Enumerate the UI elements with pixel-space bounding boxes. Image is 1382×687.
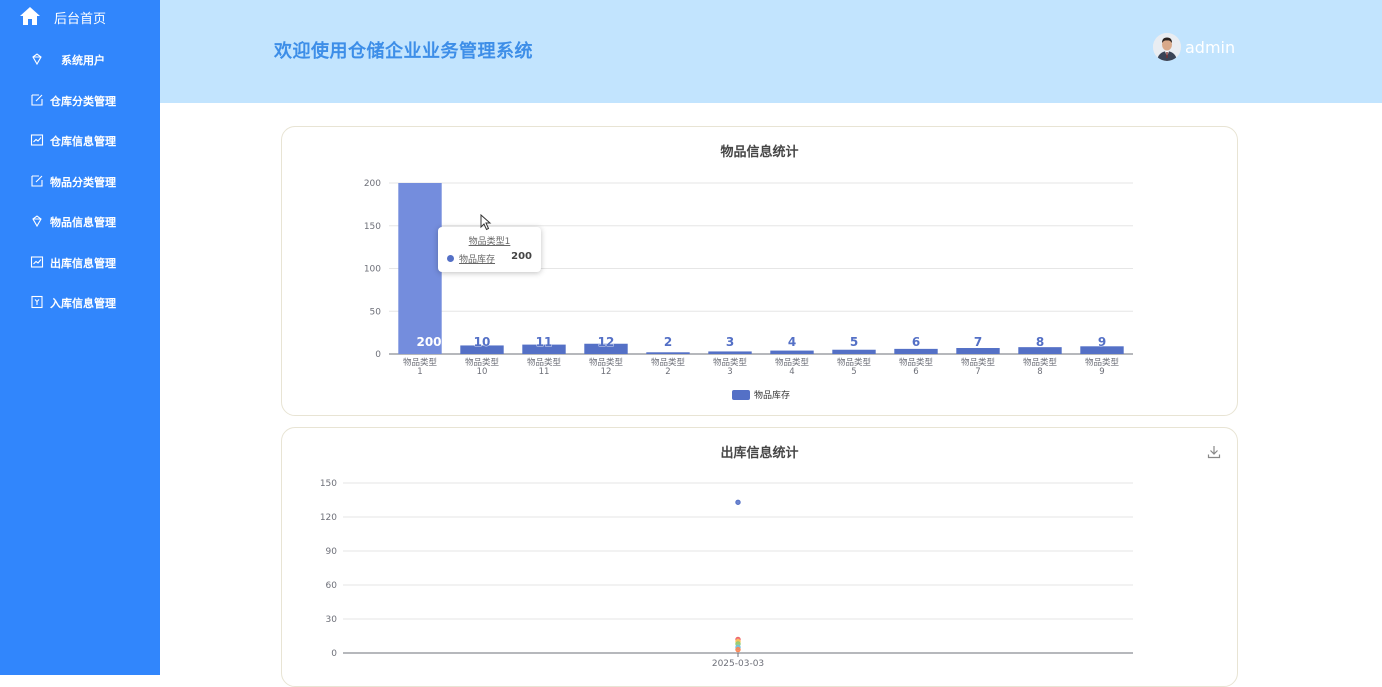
- y-tick-label: 50: [370, 307, 382, 317]
- x-tick-label: 物品类型 8: [1023, 357, 1058, 377]
- bar[interactable]: [398, 183, 442, 354]
- user-avatar-icon: [1153, 33, 1181, 61]
- sidebar-item-outbound-info[interactable]: 出库信息管理: [0, 247, 160, 277]
- bar[interactable]: [894, 348, 938, 354]
- y-tick-label: 90: [326, 547, 338, 557]
- edit-icon: [31, 174, 43, 187]
- sidebar-item-label: 物品分类管理: [50, 175, 116, 189]
- y-tick-label: 0: [375, 350, 381, 360]
- scatter-point[interactable]: [735, 499, 741, 505]
- sidebar-item-label: 入库信息管理: [50, 297, 116, 310]
- mouse-cursor-icon: [480, 214, 492, 231]
- sidebar-home[interactable]: 后台首页: [0, 0, 160, 34]
- sidebar: 后台首页 系统用户仓库分类管理 仓库信息管理 物品分类管理 物品信息管理 出库信息管理入…: [0, 0, 160, 675]
- chart-line-icon: [30, 255, 44, 268]
- sidebar-item-label: 仓库信息管理: [50, 135, 116, 148]
- data-label: 6: [912, 335, 920, 349]
- avatar[interactable]: [1153, 33, 1181, 61]
- data-label: 200: [416, 335, 441, 349]
- data-label: 8: [1036, 335, 1044, 349]
- item-statistics-card: 物品信息统计 0 50 100 150 200 200 物品类型 1 10 物品类型 10 11 物品类…: [281, 126, 1238, 416]
- badge-icon: [31, 295, 43, 309]
- sidebar-item-inbound-info[interactable]: 入库信息管理: [0, 287, 160, 317]
- data-label: 9: [1098, 335, 1106, 349]
- edit-icon: [31, 93, 43, 106]
- sidebar-item-label: 仓库分类管理: [50, 94, 116, 108]
- y-tick-label: 100: [364, 265, 381, 275]
- tooltip-title: 物品类型1: [468, 237, 511, 247]
- x-tick-label: 物品类型 3: [713, 357, 748, 377]
- item-statistics-chart[interactable]: 050100150200200物品类型 110物品类型 1011物品类型 1112物品…: [282, 127, 1238, 416]
- sidebar-item-warehouse-category[interactable]: 仓库分类管理: [0, 85, 160, 115]
- y-tick-label: 60: [326, 581, 338, 591]
- bar[interactable]: [708, 351, 752, 354]
- bar[interactable]: [646, 352, 690, 354]
- x-tick-label: 物品类型 5: [837, 357, 872, 377]
- y-tick-label: 120: [320, 513, 337, 523]
- home-icon: [20, 7, 40, 25]
- x-tick-label: 物品类型 1: [403, 357, 438, 377]
- data-label: 5: [850, 335, 858, 349]
- scatter-point[interactable]: [735, 646, 741, 653]
- legend-marker[interactable]: [732, 390, 750, 400]
- data-label: 11: [536, 335, 553, 349]
- sidebar-item-label: 物品信息管理: [50, 216, 116, 229]
- tooltip-series-marker: [447, 255, 454, 262]
- sidebar-home-label: 后台首页: [54, 12, 107, 27]
- x-tick-label: 物品类型 7: [961, 357, 996, 377]
- page-title: 欢迎使用仓储企业业务管理系统: [274, 41, 533, 62]
- x-tick-label: 物品类型 4: [775, 357, 810, 377]
- sidebar-item-label: 系统用户: [61, 54, 105, 67]
- data-label: 3: [726, 335, 734, 349]
- x-tick-label: 物品类型 9: [1085, 357, 1120, 377]
- y-tick-label: 150: [364, 222, 381, 232]
- x-tick-label: 物品类型 10: [465, 357, 500, 377]
- chart-line-icon: [30, 134, 44, 146]
- header: 欢迎使用仓储企业业务管理系统 admin: [160, 0, 1382, 103]
- data-label: 4: [788, 335, 796, 349]
- data-label: 10: [474, 335, 491, 349]
- y-tick-label: 30: [326, 615, 338, 625]
- sidebar-item-warehouse-info[interactable]: 仓库信息管理: [0, 125, 160, 155]
- outbound-statistics-chart[interactable]: 0 30 60 90 120 150 2025-03-03: [282, 428, 1238, 687]
- sidebar-item-system-users[interactable]: 系统用户: [0, 44, 160, 74]
- diamond-icon: [32, 53, 42, 66]
- y-tick-label: 200: [364, 179, 381, 189]
- y-tick-label: 150: [320, 479, 337, 489]
- data-label: 12: [598, 335, 615, 349]
- data-label: 7: [974, 335, 982, 349]
- diamond-icon: [32, 215, 42, 228]
- bar[interactable]: [770, 350, 814, 354]
- x-tick-label: 2025-03-03: [712, 659, 764, 669]
- x-tick-label: 物品类型 12: [589, 357, 624, 377]
- username[interactable]: admin: [1185, 38, 1235, 57]
- x-tick-label: 物品类型 2: [651, 357, 686, 377]
- legend-label[interactable]: 物品库存: [754, 389, 790, 401]
- outbound-statistics-card: 出库信息统计 0 30 60 90 120 150 2025-03-03: [281, 427, 1238, 687]
- data-label: 2: [664, 335, 672, 349]
- tooltip-series-name: 物品库存: [459, 255, 496, 265]
- sidebar-item-item-category[interactable]: 物品分类管理: [0, 166, 160, 196]
- chart-tooltip: 物品类型1 物品库存 200: [438, 227, 541, 272]
- y-tick-label: 0: [331, 649, 337, 659]
- tooltip-value: 200: [511, 251, 532, 262]
- x-tick-label: 物品类型 11: [527, 357, 562, 377]
- bar[interactable]: [832, 349, 876, 354]
- sidebar-item-label: 出库信息管理: [50, 256, 116, 270]
- sidebar-item-item-info[interactable]: 物品信息管理: [0, 206, 160, 236]
- x-tick-label: 物品类型 6: [899, 357, 934, 377]
